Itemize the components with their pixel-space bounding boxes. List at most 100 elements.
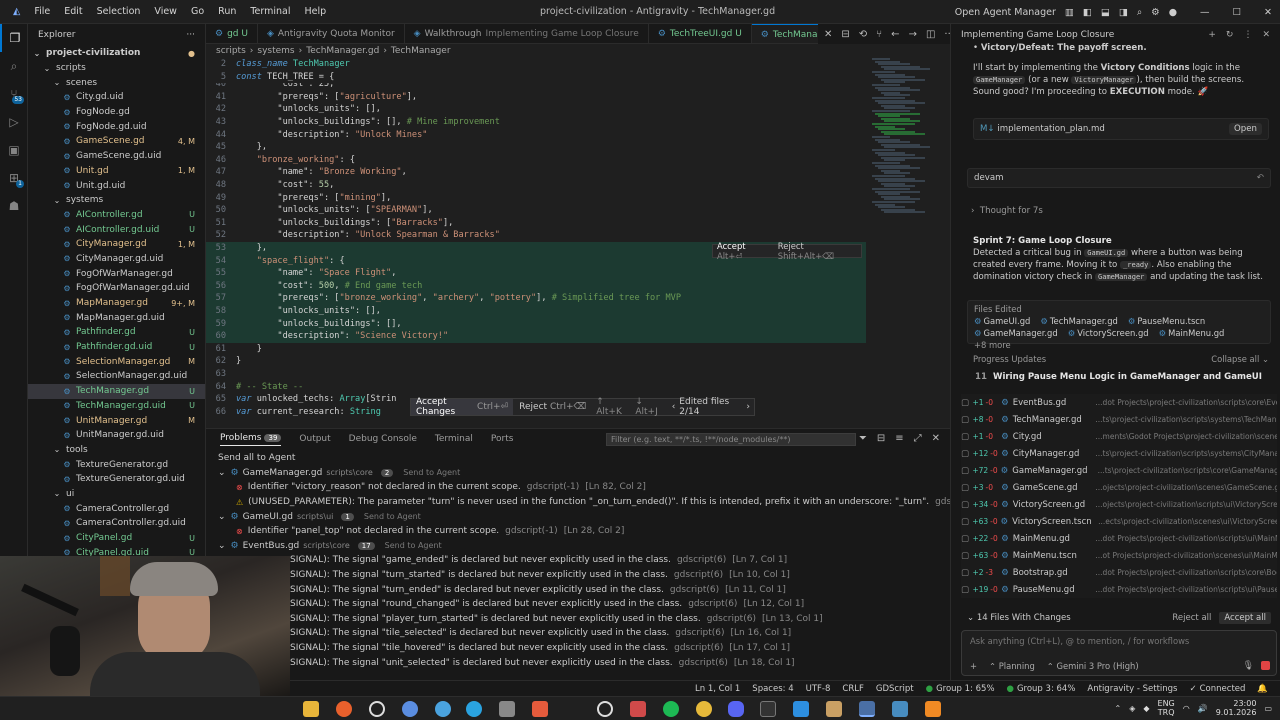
- next-file-icon[interactable]: ›: [742, 402, 754, 412]
- file-item[interactable]: ⚙ CityPanel.gd U: [28, 531, 205, 546]
- editor-tab[interactable]: ⚙ gd U: [206, 24, 258, 43]
- checkbox-icon[interactable]: ▢: [961, 398, 972, 408]
- remote-icon[interactable]: ▣: [0, 136, 28, 164]
- status-item[interactable]: UTF-8: [806, 684, 831, 694]
- file-item[interactable]: ⚙ SelectionManager.gd.uid: [28, 369, 205, 384]
- file-item[interactable]: ⚙ MapManager.gd 9+, M: [28, 296, 205, 311]
- status-item[interactable]: ● Group 1: 65%: [926, 684, 995, 694]
- file-item[interactable]: ⚙ FogNode.gd.uid: [28, 119, 205, 134]
- minimize-icon[interactable]: —: [1200, 7, 1210, 18]
- app-icon-7[interactable]: [826, 701, 842, 717]
- close-panel-icon[interactable]: ✕: [932, 433, 940, 444]
- panel-bottom-icon[interactable]: ⬓: [1101, 7, 1110, 18]
- spotify-icon[interactable]: [663, 701, 679, 717]
- terminal-icon[interactable]: [760, 701, 776, 717]
- problem-row[interactable]: SIGNAL): The signal "unit_selected" is d…: [206, 655, 950, 670]
- file-change-row[interactable]: ▢ +1 -0 ⚙ EventBus.gd ...dot Projects\project…: [961, 394, 1277, 411]
- checkbox-icon[interactable]: ▢: [961, 483, 972, 493]
- editor-tab[interactable]: ⚙ TechTreeUI.gd U: [649, 24, 752, 43]
- close-agent-icon[interactable]: ✕: [1262, 30, 1270, 40]
- menu-help[interactable]: Help: [298, 6, 334, 17]
- file-change-row[interactable]: ▢ +19 -0 ⚙ PauseMenu.gd ...dot Projects\proje…: [961, 581, 1277, 598]
- file-item[interactable]: ⚙ SelectionManager.gd M: [28, 354, 205, 369]
- file-item[interactable]: ⚙ FogNode.gd: [28, 105, 205, 120]
- file-change-row[interactable]: ▢ +8 -0 ⚙ TechManager.gd ...ts\project-civili…: [961, 411, 1277, 428]
- edited-file-chip[interactable]: ⚙ PauseMenu.tscn: [1128, 316, 1205, 326]
- more-actions-icon[interactable]: ···: [186, 30, 195, 40]
- file-item[interactable]: ⚙ UnitManager.gd.uid: [28, 428, 205, 443]
- file-change-row[interactable]: ▢ +63 -0 ⚙ MainMenu.tscn ...ot Projects\proje…: [961, 547, 1277, 564]
- app-icon-5[interactable]: [532, 701, 548, 717]
- layout-icon[interactable]: ▥: [1065, 7, 1074, 18]
- run-debug-icon[interactable]: ▷: [0, 108, 28, 136]
- checkbox-icon[interactable]: ▢: [961, 517, 972, 527]
- minimap[interactable]: [868, 58, 948, 428]
- split-editor-icon[interactable]: ◫: [926, 29, 935, 40]
- notifications-icon[interactable]: ▭: [1264, 704, 1272, 713]
- collapse-all-button[interactable]: Collapse all ⌄: [1211, 354, 1269, 364]
- folder-item[interactable]: ⌄ scripts: [28, 61, 205, 76]
- file-item[interactable]: ⚙ TextureGenerator.gd: [28, 457, 205, 472]
- status-item[interactable]: GDScript: [876, 684, 914, 694]
- vscode-icon[interactable]: [793, 701, 809, 717]
- file-item[interactable]: ⚙ Unit.gd.uid: [28, 178, 205, 193]
- forward-icon[interactable]: →: [909, 29, 917, 40]
- send-to-agent-button[interactable]: Send to Agent: [385, 541, 442, 550]
- send-to-agent-button[interactable]: Send to Agent: [364, 512, 421, 521]
- file-item[interactable]: ⚙ GameScene.gd.uid: [28, 149, 205, 164]
- filter-icon[interactable]: ⏷: [859, 433, 867, 444]
- file-item[interactable]: ⚙ Pathfinder.gd U: [28, 325, 205, 340]
- panel-tab-debug-console[interactable]: Debug Console: [349, 434, 417, 444]
- problem-row[interactable]: ⊗ Identifier "victory_reason" not declare…: [206, 480, 950, 495]
- file-item[interactable]: ⚙ Pathfinder.gd.uid U: [28, 340, 205, 355]
- close-window-icon[interactable]: ✕: [1264, 7, 1272, 18]
- app-icon-2[interactable]: [402, 701, 418, 717]
- progress-step[interactable]: 11 Wiring Pause Menu Logic in GameManager…: [975, 372, 1262, 382]
- file-item[interactable]: ⚙ MapManager.gd.uid: [28, 310, 205, 325]
- send-all-to-agent[interactable]: Send all to Agent: [206, 451, 950, 466]
- prev-change-button[interactable]: ↑ Alt+K: [592, 397, 631, 417]
- file-item[interactable]: ⚙ CameraController.gd.uid: [28, 516, 205, 531]
- problem-row[interactable]: ⚠ (UNUSED_PARAMETER): The parameter "turn…: [206, 495, 950, 510]
- settings-icon[interactable]: ⚙: [1151, 7, 1160, 18]
- app-icon-1[interactable]: [369, 701, 385, 717]
- folder-item[interactable]: ⌄ tools: [28, 443, 205, 458]
- stop-button[interactable]: [1261, 661, 1270, 670]
- file-change-row[interactable]: ▢ +22 -0 ⚙ MainMenu.gd ...dot Projects\projec…: [961, 530, 1277, 547]
- agent-more-icon[interactable]: ⋮: [1243, 30, 1252, 40]
- collapse-all-icon[interactable]: ⊟: [877, 433, 885, 444]
- bell-icon[interactable]: 🔔: [1257, 684, 1268, 694]
- checkbox-icon[interactable]: ▢: [961, 551, 972, 561]
- status-item[interactable]: Ln 1, Col 1: [695, 684, 740, 694]
- problem-row[interactable]: SIGNAL): The signal "game_ended" is decl…: [206, 553, 950, 568]
- file-change-row[interactable]: ▢ +3 -0 ⚙ GameScene.gd ...ojects\project-civi…: [961, 479, 1277, 496]
- problem-row[interactable]: SIGNAL): The signal "player_turn_started…: [206, 612, 950, 627]
- mode-select[interactable]: ⌃ Planning: [989, 661, 1035, 671]
- menu-terminal[interactable]: Terminal: [243, 6, 297, 17]
- source-control-icon[interactable]: ⑂ 53: [0, 80, 28, 108]
- history-icon[interactable]: ↻: [1226, 30, 1234, 40]
- discord-icon[interactable]: [728, 701, 744, 717]
- file-change-row[interactable]: ▢ +72 -0 ⚙ GameManager.gd ...ts\project-civil…: [961, 462, 1277, 479]
- menu-file[interactable]: File: [27, 6, 57, 17]
- problem-file-group[interactable]: ⌄ ⚙ GameUI.gd scripts\ui 1 Send to Agent: [206, 509, 950, 524]
- problem-row[interactable]: SIGNAL): The signal "tile_selected" is d…: [206, 626, 950, 641]
- file-change-row[interactable]: ▢ +12 -0 ⚙ CityManager.gd ...ts\project-civil…: [961, 445, 1277, 462]
- breadcrumb-item[interactable]: TechManager: [391, 46, 451, 56]
- view-as-icon[interactable]: ≡: [895, 433, 903, 444]
- checkbox-icon[interactable]: ▢: [961, 415, 972, 425]
- godot-icon[interactable]: ☗: [0, 192, 28, 220]
- inline-reject-button[interactable]: Reject Shift+Alt+⌫: [778, 241, 857, 261]
- breadcrumb-item[interactable]: TechManager.gd: [306, 46, 379, 56]
- maximize-icon[interactable]: ☐: [1233, 7, 1242, 18]
- plan-file-card[interactable]: M↓ implementation_plan.md Open: [973, 118, 1269, 140]
- problem-row[interactable]: SIGNAL): The signal "tile_hovered" is de…: [206, 641, 950, 656]
- file-explorer-icon[interactable]: [303, 701, 319, 717]
- file-item[interactable]: ⚙ AIController.gd.uid U: [28, 222, 205, 237]
- edited-file-chip[interactable]: ⚙ GameUI.gd: [974, 316, 1030, 326]
- tray-chevron-icon[interactable]: ⌃: [1115, 704, 1122, 713]
- problem-row[interactable]: ⊗ Identifier "panel_top" not declared in …: [206, 524, 950, 539]
- file-change-row[interactable]: ▢ +1 -0 ⚙ City.gd ...ments\Godot Projects\pro…: [961, 428, 1277, 445]
- thought-toggle[interactable]: › Thought for 7s: [971, 206, 1043, 216]
- app-icon-6[interactable]: [630, 701, 646, 717]
